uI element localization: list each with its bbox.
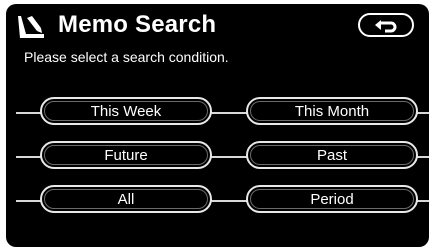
option-this-month-button[interactable]: This Month — [246, 97, 418, 125]
memo-search-screen: Memo Search Please select a search condi… — [6, 4, 429, 247]
option-label: This Week — [90, 102, 162, 120]
option-label: Past — [316, 146, 347, 164]
option-past-button[interactable]: Past — [246, 141, 418, 169]
option-this-week-button[interactable]: This Week — [40, 97, 212, 125]
option-grid: This Week This Month Future Past All Per… — [6, 4, 429, 247]
option-all-button[interactable]: All — [40, 185, 212, 213]
option-label: Future — [104, 146, 148, 164]
option-label: All — [117, 190, 135, 208]
option-label: Period — [310, 190, 354, 208]
option-label: This Month — [294, 102, 370, 120]
option-future-button[interactable]: Future — [40, 141, 212, 169]
option-period-button[interactable]: Period — [246, 185, 418, 213]
